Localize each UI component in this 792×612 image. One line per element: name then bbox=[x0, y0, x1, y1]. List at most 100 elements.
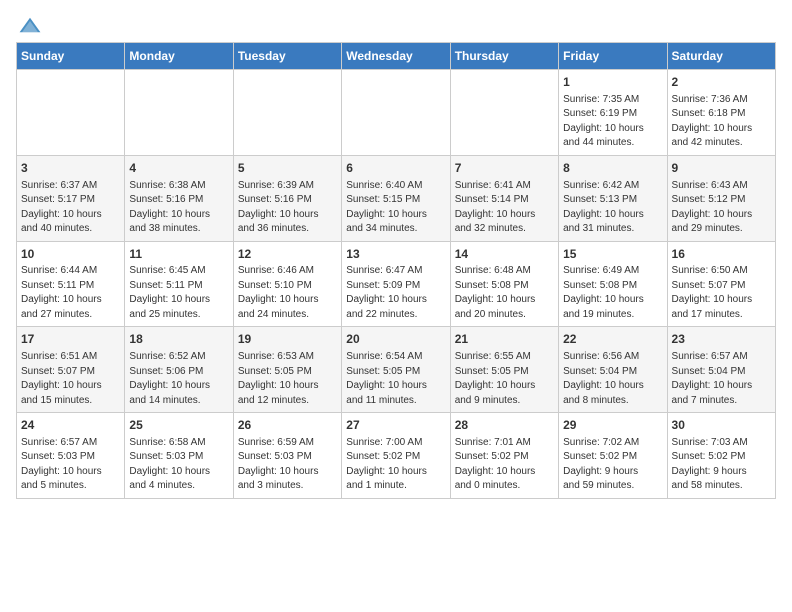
calendar-week-row: 1Sunrise: 7:35 AM Sunset: 6:19 PM Daylig… bbox=[17, 70, 776, 156]
calendar-cell: 14Sunrise: 6:48 AM Sunset: 5:08 PM Dayli… bbox=[450, 241, 558, 327]
logo-icon bbox=[18, 16, 42, 34]
day-number: 17 bbox=[21, 331, 120, 348]
day-info: Sunrise: 7:02 AM Sunset: 5:02 PM Dayligh… bbox=[563, 436, 662, 494]
day-number: 3 bbox=[21, 160, 120, 177]
page-header bbox=[16, 16, 776, 34]
calendar-cell: 6 Sunrise: 6:40 AM Sunset: 5:15 PM Daylig… bbox=[342, 155, 450, 241]
day-number: 26 bbox=[238, 417, 337, 434]
calendar-cell: 10Sunrise: 6:44 AM Sunset: 5:11 PM Dayli… bbox=[17, 241, 125, 327]
day-info: Sunrise: 6:56 AM Sunset: 5:04 PM Dayligh… bbox=[563, 350, 662, 408]
calendar-cell bbox=[450, 70, 558, 156]
calendar-cell: 2Sunrise: 7:36 AM Sunset: 6:18 PM Daylig… bbox=[667, 70, 775, 156]
day-number: 23 bbox=[672, 331, 771, 348]
day-info: Sunrise: 6:37 AM Sunset: 5:17 PM Dayligh… bbox=[21, 179, 120, 237]
weekday-header-tuesday: Tuesday bbox=[233, 43, 341, 70]
calendar-cell bbox=[233, 70, 341, 156]
weekday-header-sunday: Sunday bbox=[17, 43, 125, 70]
calendar-cell bbox=[342, 70, 450, 156]
day-number: 24 bbox=[21, 417, 120, 434]
day-info: Sunrise: 6:40 AM Sunset: 5:15 PM Dayligh… bbox=[346, 179, 445, 237]
calendar-cell: 20Sunrise: 6:54 AM Sunset: 5:05 PM Dayli… bbox=[342, 327, 450, 413]
day-number: 28 bbox=[455, 417, 554, 434]
calendar-cell: 16Sunrise: 6:50 AM Sunset: 5:07 PM Dayli… bbox=[667, 241, 775, 327]
day-number: 19 bbox=[238, 331, 337, 348]
day-number: 8 bbox=[563, 160, 662, 177]
calendar-week-row: 17 Sunrise: 6:51 AM Sunset: 5:07 PM Dayli… bbox=[17, 327, 776, 413]
day-number: 11 bbox=[129, 246, 228, 263]
day-number: 27 bbox=[346, 417, 445, 434]
day-number: 20 bbox=[346, 331, 445, 348]
calendar-cell: 25 Sunrise: 6:58 AM Sunset: 5:03 PM Dayli… bbox=[125, 413, 233, 499]
day-info: Sunrise: 7:35 AM Sunset: 6:19 PM Dayligh… bbox=[563, 93, 662, 151]
calendar-table: SundayMondayTuesdayWednesdayThursdayFrid… bbox=[16, 42, 776, 499]
calendar-week-row: 24 Sunrise: 6:57 AM Sunset: 5:03 PM Dayli… bbox=[17, 413, 776, 499]
day-info: Sunrise: 6:57 AM Sunset: 5:03 PM Dayligh… bbox=[21, 436, 120, 494]
calendar-cell: 3 Sunrise: 6:37 AM Sunset: 5:17 PM Daylig… bbox=[17, 155, 125, 241]
day-info: Sunrise: 7:01 AM Sunset: 5:02 PM Dayligh… bbox=[455, 436, 554, 494]
day-info: Sunrise: 6:44 AM Sunset: 5:11 PM Dayligh… bbox=[21, 264, 120, 322]
day-info: Sunrise: 6:41 AM Sunset: 5:14 PM Dayligh… bbox=[455, 179, 554, 237]
day-info: Sunrise: 6:49 AM Sunset: 5:08 PM Dayligh… bbox=[563, 264, 662, 322]
day-info: Sunrise: 6:48 AM Sunset: 5:08 PM Dayligh… bbox=[455, 264, 554, 322]
calendar-cell: 9 Sunrise: 6:43 AM Sunset: 5:12 PM Daylig… bbox=[667, 155, 775, 241]
day-info: Sunrise: 6:51 AM Sunset: 5:07 PM Dayligh… bbox=[21, 350, 120, 408]
day-number: 10 bbox=[21, 246, 120, 263]
weekday-header-saturday: Saturday bbox=[667, 43, 775, 70]
day-info: Sunrise: 7:36 AM Sunset: 6:18 PM Dayligh… bbox=[672, 93, 771, 151]
calendar-cell: 8Sunrise: 6:42 AM Sunset: 5:13 PM Daylig… bbox=[559, 155, 667, 241]
day-number: 18 bbox=[129, 331, 228, 348]
day-info: Sunrise: 6:53 AM Sunset: 5:05 PM Dayligh… bbox=[238, 350, 337, 408]
calendar-cell: 12Sunrise: 6:46 AM Sunset: 5:10 PM Dayli… bbox=[233, 241, 341, 327]
day-info: Sunrise: 7:00 AM Sunset: 5:02 PM Dayligh… bbox=[346, 436, 445, 494]
calendar-cell: 26 Sunrise: 6:59 AM Sunset: 5:03 PM Dayli… bbox=[233, 413, 341, 499]
day-number: 12 bbox=[238, 246, 337, 263]
day-number: 16 bbox=[672, 246, 771, 263]
calendar-cell bbox=[125, 70, 233, 156]
day-number: 13 bbox=[346, 246, 445, 263]
calendar-cell: 4 Sunrise: 6:38 AM Sunset: 5:16 PM Daylig… bbox=[125, 155, 233, 241]
day-number: 21 bbox=[455, 331, 554, 348]
day-info: Sunrise: 6:43 AM Sunset: 5:12 PM Dayligh… bbox=[672, 179, 771, 237]
weekday-header-friday: Friday bbox=[559, 43, 667, 70]
calendar-cell: 7 Sunrise: 6:41 AM Sunset: 5:14 PM Daylig… bbox=[450, 155, 558, 241]
weekday-header-thursday: Thursday bbox=[450, 43, 558, 70]
day-info: Sunrise: 6:58 AM Sunset: 5:03 PM Dayligh… bbox=[129, 436, 228, 494]
weekday-header-monday: Monday bbox=[125, 43, 233, 70]
day-info: Sunrise: 6:39 AM Sunset: 5:16 PM Dayligh… bbox=[238, 179, 337, 237]
day-number: 25 bbox=[129, 417, 228, 434]
day-number: 22 bbox=[563, 331, 662, 348]
calendar-cell: 27 Sunrise: 7:00 AM Sunset: 5:02 PM Dayli… bbox=[342, 413, 450, 499]
day-info: Sunrise: 6:38 AM Sunset: 5:16 PM Dayligh… bbox=[129, 179, 228, 237]
day-info: Sunrise: 6:47 AM Sunset: 5:09 PM Dayligh… bbox=[346, 264, 445, 322]
calendar-cell: 15Sunrise: 6:49 AM Sunset: 5:08 PM Dayli… bbox=[559, 241, 667, 327]
weekday-header-row: SundayMondayTuesdayWednesdayThursdayFrid… bbox=[17, 43, 776, 70]
calendar-cell: 30 Sunrise: 7:03 AM Sunset: 5:02 PM Dayli… bbox=[667, 413, 775, 499]
calendar-week-row: 3 Sunrise: 6:37 AM Sunset: 5:17 PM Daylig… bbox=[17, 155, 776, 241]
calendar-week-row: 10Sunrise: 6:44 AM Sunset: 5:11 PM Dayli… bbox=[17, 241, 776, 327]
day-info: Sunrise: 6:55 AM Sunset: 5:05 PM Dayligh… bbox=[455, 350, 554, 408]
day-number: 7 bbox=[455, 160, 554, 177]
day-number: 4 bbox=[129, 160, 228, 177]
day-info: Sunrise: 6:52 AM Sunset: 5:06 PM Dayligh… bbox=[129, 350, 228, 408]
calendar-cell: 18 Sunrise: 6:52 AM Sunset: 5:06 PM Dayli… bbox=[125, 327, 233, 413]
day-info: Sunrise: 6:46 AM Sunset: 5:10 PM Dayligh… bbox=[238, 264, 337, 322]
day-number: 14 bbox=[455, 246, 554, 263]
calendar-cell: 22 Sunrise: 6:56 AM Sunset: 5:04 PM Dayli… bbox=[559, 327, 667, 413]
day-number: 5 bbox=[238, 160, 337, 177]
day-number: 6 bbox=[346, 160, 445, 177]
calendar-cell: 11Sunrise: 6:45 AM Sunset: 5:11 PM Dayli… bbox=[125, 241, 233, 327]
day-info: Sunrise: 6:45 AM Sunset: 5:11 PM Dayligh… bbox=[129, 264, 228, 322]
day-number: 9 bbox=[672, 160, 771, 177]
day-info: Sunrise: 6:59 AM Sunset: 5:03 PM Dayligh… bbox=[238, 436, 337, 494]
calendar-cell: 23Sunrise: 6:57 AM Sunset: 5:04 PM Dayli… bbox=[667, 327, 775, 413]
day-info: Sunrise: 7:03 AM Sunset: 5:02 PM Dayligh… bbox=[672, 436, 771, 494]
calendar-cell bbox=[17, 70, 125, 156]
weekday-header-wednesday: Wednesday bbox=[342, 43, 450, 70]
logo bbox=[16, 16, 42, 34]
logo-area bbox=[16, 16, 42, 34]
day-number: 15 bbox=[563, 246, 662, 263]
day-number: 30 bbox=[672, 417, 771, 434]
calendar-cell: 5 Sunrise: 6:39 AM Sunset: 5:16 PM Daylig… bbox=[233, 155, 341, 241]
calendar-cell: 1Sunrise: 7:35 AM Sunset: 6:19 PM Daylig… bbox=[559, 70, 667, 156]
calendar-cell: 28 Sunrise: 7:01 AM Sunset: 5:02 PM Dayli… bbox=[450, 413, 558, 499]
